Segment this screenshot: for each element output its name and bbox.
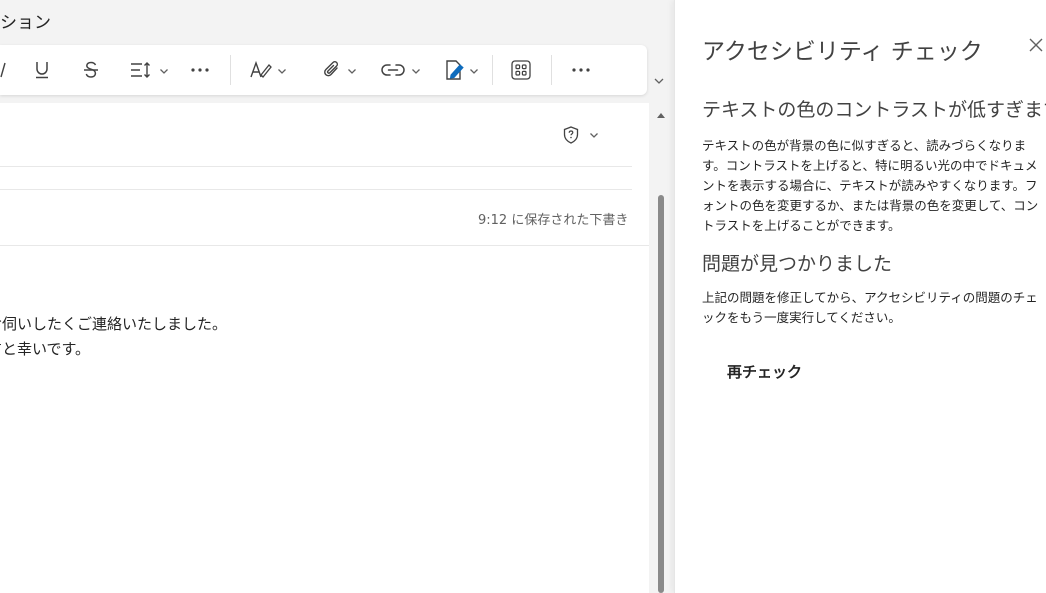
recheck-button[interactable]: 再チェック: [727, 361, 802, 382]
found-description: 上記の問題を修正してから、アクセシビリティの問題のチェックをもう一度実行してくだ…: [702, 290, 1038, 325]
issue-description: テキストの色が背景の色に似すぎると、読みづらくなります。コントラストを上げると、…: [702, 138, 1039, 233]
message-body[interactable]: お伺いしたくご連絡いたしました。 すと幸いです。: [0, 312, 649, 362]
shield-question-icon: [563, 126, 579, 144]
header-divider: [0, 166, 632, 167]
line-spacing-icon[interactable]: [127, 57, 171, 83]
link-icon[interactable]: [378, 57, 424, 83]
sensitivity-button[interactable]: [563, 126, 599, 144]
compose-area: 9:12 に保存された下書き お伺いしたくご連絡いたしました。 すと幸いです。: [0, 103, 649, 593]
toolbar-divider: [492, 55, 493, 85]
scroll-up-arrow-icon[interactable]: [657, 111, 665, 120]
body-line: お伺いしたくご連絡いたしました。: [0, 315, 228, 333]
format-painter-icon[interactable]: [245, 57, 291, 83]
formatting-toolbar: [0, 45, 647, 95]
italic-icon[interactable]: [0, 57, 6, 83]
scroll-thumb[interactable]: [658, 195, 664, 593]
underline-icon[interactable]: [30, 57, 54, 83]
attach-icon[interactable]: [318, 57, 362, 83]
panel-title: アクセシビリティ チェック: [702, 39, 983, 65]
body-line: すと幸いです。: [0, 340, 91, 358]
chevron-down-icon: [277, 61, 287, 80]
close-icon[interactable]: [1028, 37, 1046, 57]
accessibility-checker-panel: アクセシビリティ チェック テキストの色のコントラストが低すぎます テキストの色…: [674, 0, 1046, 593]
found-heading: 問題が見つかりました: [702, 253, 893, 275]
chevron-down-icon: [411, 61, 421, 80]
toolbar-divider: [551, 55, 552, 85]
subject-divider: [0, 189, 632, 190]
ribbon-expand-icon[interactable]: [651, 73, 667, 89]
ribbon-tab-label[interactable]: ション: [0, 8, 51, 33]
chevron-down-icon: [159, 61, 169, 80]
apps-icon[interactable]: [509, 57, 533, 83]
strikethrough-icon[interactable]: [79, 57, 103, 83]
chevron-down-icon: [590, 133, 598, 138]
toolbar-divider: [230, 55, 231, 85]
chevron-down-icon: [347, 61, 357, 80]
draft-saved-status: 9:12 に保存された下書き: [478, 213, 629, 228]
compose-scrollbar[interactable]: [655, 103, 667, 593]
signature-icon[interactable]: [440, 57, 482, 83]
more-options-icon[interactable]: [569, 57, 593, 83]
chevron-down-icon: [469, 61, 479, 80]
more-icon[interactable]: [188, 57, 212, 83]
body-divider: [0, 245, 649, 246]
issue-heading: テキストの色のコントラストが低すぎます: [702, 99, 1046, 121]
